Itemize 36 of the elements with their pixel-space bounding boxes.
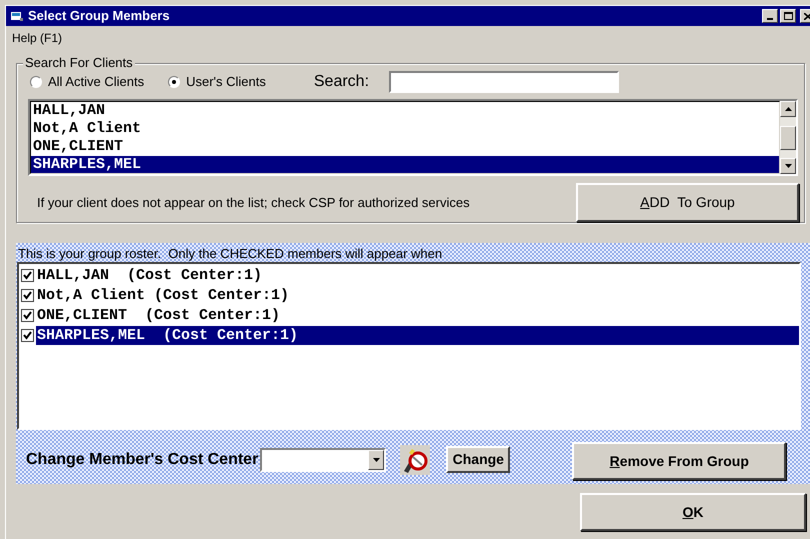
ok-button[interactable]: OK <box>580 493 806 531</box>
scroll-up-icon[interactable] <box>780 101 796 117</box>
search-label: Search: <box>314 72 370 92</box>
dropdown-caret-icon[interactable] <box>368 450 384 470</box>
minimize-button[interactable] <box>762 9 778 23</box>
magnifier-icon[interactable] <box>400 444 430 474</box>
roster-item[interactable]: ONE,CLIENT (Cost Center:1) <box>36 306 799 324</box>
radio-option[interactable]: User's Clients <box>168 72 266 92</box>
client-list-item[interactable]: HALL,JAN <box>31 102 779 120</box>
add-to-group-button[interactable]: ADD To Group <box>576 183 799 222</box>
search-field[interactable] <box>389 71 620 93</box>
close-icon[interactable] <box>804 12 810 20</box>
checkbox[interactable] <box>21 268 34 282</box>
roster-item[interactable]: HALL,JAN (Cost Center:1) <box>36 266 799 284</box>
radio-option[interactable]: All Active Clients <box>30 72 144 92</box>
info-note: If your client does not appear on the list; check CSP for authorized services <box>37 194 470 212</box>
checkbox[interactable] <box>21 288 34 302</box>
menu-item[interactable]: Help (F1) <box>12 29 62 47</box>
remove-from-group-button[interactable]: Remove From Group <box>572 442 786 480</box>
checkbox[interactable] <box>21 308 34 322</box>
roster-caption: This is your group roster. Only the CHECKED members will appear when <box>18 246 444 262</box>
scrollbar[interactable] <box>780 101 796 174</box>
scroll-thumb[interactable] <box>780 126 796 150</box>
client-list-item[interactable]: ONE,CLIENT <box>31 138 779 156</box>
cost-center-label: Change Member's Cost Center <box>26 450 258 470</box>
roster-item[interactable]: SHARPLES,MEL (Cost Center:1) <box>36 326 799 344</box>
roster-item[interactable]: Not,A Client (Cost Center:1) <box>36 286 799 304</box>
checkbox[interactable] <box>21 328 34 342</box>
window-icon <box>10 10 24 22</box>
change-button[interactable]: Change <box>446 446 510 473</box>
client-list-item[interactable]: Not,A Client <box>31 120 779 138</box>
scroll-down-icon[interactable] <box>780 158 796 174</box>
maximize-button[interactable] <box>780 9 796 23</box>
client-list-item[interactable]: SHARPLES,MEL <box>31 156 779 173</box>
cost-center-dropdown[interactable] <box>260 448 386 472</box>
window-title: Select Group Members <box>28 7 170 26</box>
